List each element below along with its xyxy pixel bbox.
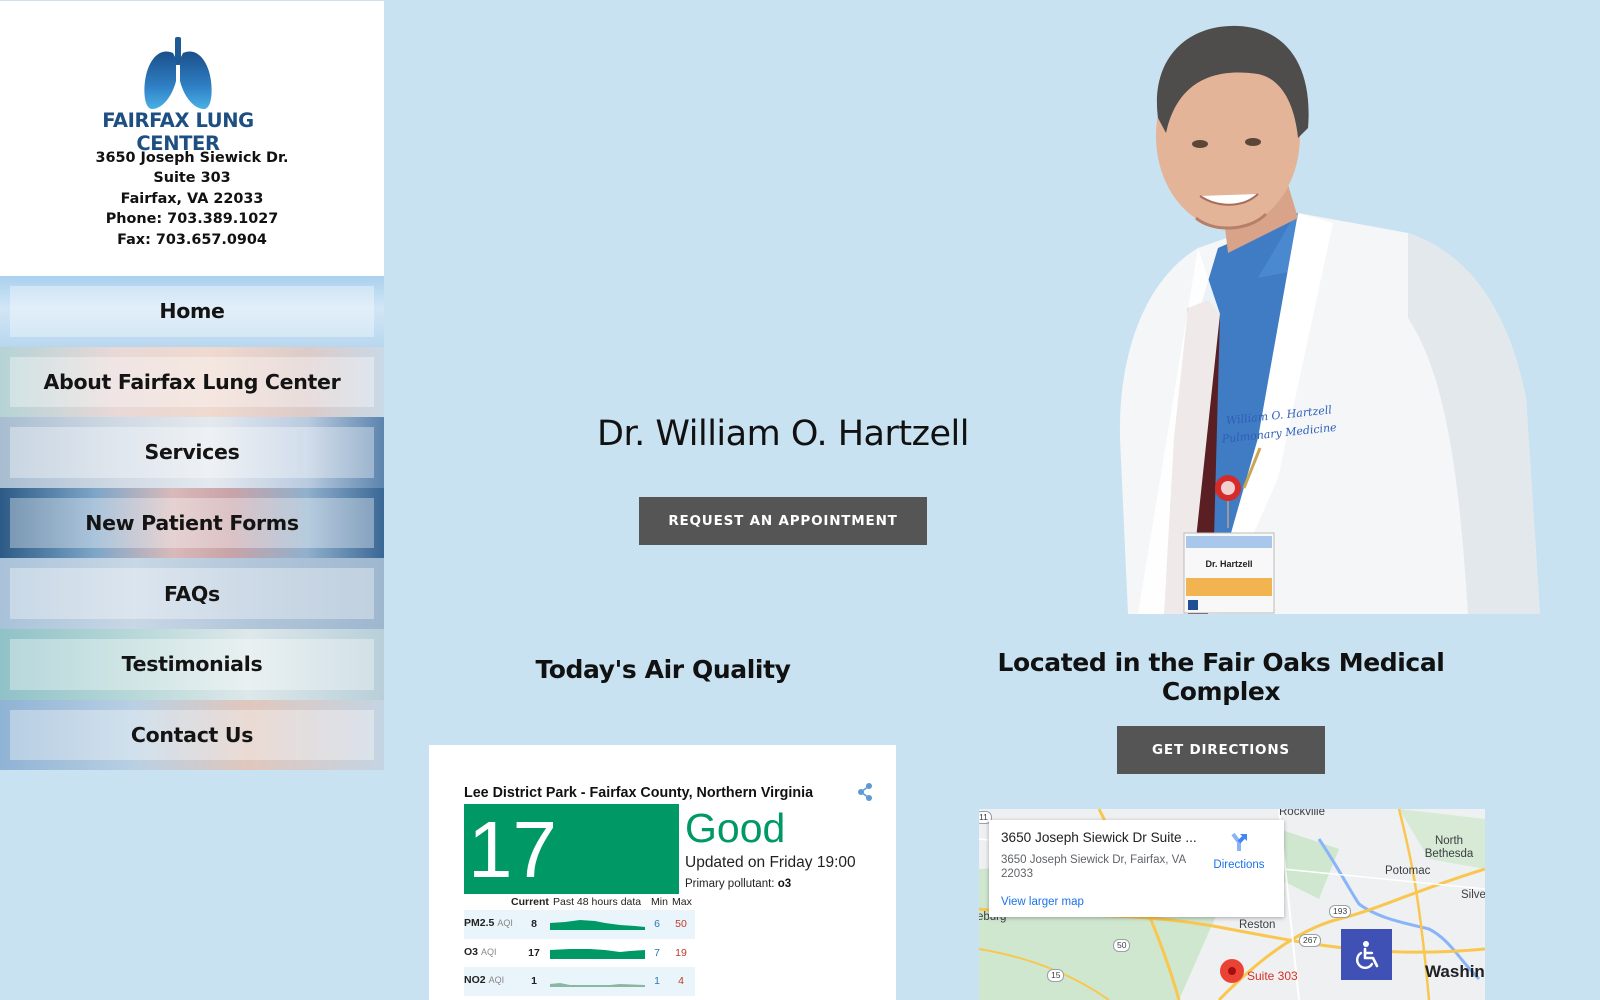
nav-item-label: FAQs [164,581,220,606]
address-street: 3650 Joseph Siewick Dr. [95,150,289,166]
map-place-label: Rockville [1279,809,1326,818]
route-shield: 50 [1113,939,1131,952]
pollutant-row: PM2.5 AQI 8 6 50 [464,910,695,939]
col-current: Current [511,896,549,908]
nav-item-label: Services [144,440,240,465]
aqi-primary-pollutant: Primary pollutant: o3 [685,878,791,890]
nav-item-label: Home [159,299,225,324]
badge-name: Dr. Hartzell [1205,559,1252,569]
air-quality-title: Today's Air Quality [535,655,791,684]
accessibility-button[interactable] [1341,929,1392,980]
pollutant-name: O3 AQI [464,945,497,958]
pollutant-name: PM2.5 AQI [464,917,513,929]
nav-item-new-patient-forms[interactable]: New Patient Forms [0,487,384,559]
pollutant-min: 7 [654,946,660,959]
pollutant-sparkline [550,983,645,987]
main-nav: Home About Fairfax Lung Center Services … [0,276,384,771]
embedded-map[interactable]: Rockville North Bethesda Potomac Silve r … [979,809,1485,1000]
col-min: Min [651,896,668,908]
aqi-value: 17 [468,805,557,894]
request-appointment-button[interactable]: REQUEST AN APPOINTMENT [639,497,927,545]
pollutant-label: Primary pollutant: [685,878,775,890]
pollutant-sparkline [550,920,645,930]
air-quality-widget: Lee District Park - Fairfax County, Nort… [429,745,896,1000]
nav-item-label: New Patient Forms [85,511,299,536]
aqi-updated-time: Updated on Friday 19:00 [685,854,856,871]
lungs-icon [144,37,212,109]
aqi-value-box: 17 [464,804,679,894]
pollutant-row: NO2 AQI 1 1 4 [464,967,695,996]
doctor-name: Dr. William O. Hartzell [597,414,969,454]
pollutant-max: 4 [678,975,684,987]
sidebar: FAIRFAX LUNG CENTER 3650 Joseph Siewick … [0,0,384,771]
map-place-label: Washington [1425,962,1485,981]
contact-info: 3650 Joseph Siewick Dr. Suite 303 Fairfa… [0,148,384,250]
nav-item-contact[interactable]: Contact Us [0,699,384,771]
map-place-title: 3650 Joseph Siewick Dr Suite ... [1001,830,1197,845]
directions-icon [1231,832,1247,851]
address-city: Fairfax, VA 22033 [120,190,264,207]
doctor-photo: William O. Hartzell Pulmonary Medicine D… [1119,25,1540,614]
pollutant-max: 50 [675,918,687,930]
directions-label: Directions [1213,859,1265,871]
phone-number[interactable]: Phone: 703.389.1027 [0,209,384,229]
map-place-label: North Bethesda [1424,835,1474,860]
col-max: Max [672,896,692,908]
get-directions-button[interactable]: GET DIRECTIONS [1117,726,1325,774]
location-title: Located in the Fair Oaks Medical Complex [997,648,1445,706]
pollutant-value: o3 [777,878,792,890]
view-larger-map-link[interactable]: View larger map [1001,896,1084,908]
pollutant-min: 1 [654,975,660,987]
nav-item-label: Contact Us [130,722,254,747]
fax-number: Fax: 703.657.0904 [117,231,267,248]
pollutant-table-header: Current Past 48 hours data Min Max [464,896,695,910]
nav-item-label: Testimonials [121,652,263,677]
wheelchair-icon [1355,940,1378,969]
route-shield: 193 [1329,905,1352,918]
nav-item-label: About Fairfax Lung Center [43,369,341,394]
pollutant-current: 1 [531,975,537,987]
map-place-address: 3650 Joseph Siewick Dr, Fairfax, VA 2203… [1001,854,1186,880]
pollutant-current: 8 [531,918,537,930]
map-directions-button[interactable]: Directions [1209,832,1269,871]
nav-item-about[interactable]: About Fairfax Lung Center [0,346,384,418]
col-history: Past 48 hours data [553,896,642,908]
route-shield: 267 [1299,934,1322,947]
nav-item-testimonials[interactable]: Testimonials [0,628,384,700]
aqi-station-name[interactable]: Lee District Park - Fairfax County, Nort… [464,785,813,801]
nav-item-services[interactable]: Services [0,417,384,488]
map-pin-label[interactable]: Suite 303 [1247,969,1298,983]
pollutant-current: 17 [528,946,540,959]
pollutant-row: O3 AQI 17 7 19 [464,939,695,968]
nav-item-faqs[interactable]: FAQs [0,558,384,629]
map-info-card: 3650 Joseph Siewick Dr Suite ... 3650 Jo… [989,820,1284,917]
pollutant-max: 19 [675,946,687,959]
nav-item-home[interactable]: Home [0,276,384,347]
site-logo[interactable]: FAIRFAX LUNG CENTER [58,37,298,155]
brand-panel: FAIRFAX LUNG CENTER 3650 Joseph Siewick … [0,0,384,276]
pollutant-min: 6 [654,918,660,930]
pollutant-table: Current Past 48 hours data Min Max PM2.5… [464,896,695,996]
share-icon[interactable] [857,783,873,801]
route-shield: 15 [1047,969,1065,982]
pollutant-sparkline [550,948,645,959]
address-suite: Suite 303 [153,170,231,187]
map-place-label: Silver [1461,889,1485,901]
map-place-label: Reston [1239,919,1276,931]
map-place-label: Potomac [1385,865,1431,877]
pollutant-name: NO2 AQI [464,974,505,986]
aqi-status: Good [685,805,786,851]
